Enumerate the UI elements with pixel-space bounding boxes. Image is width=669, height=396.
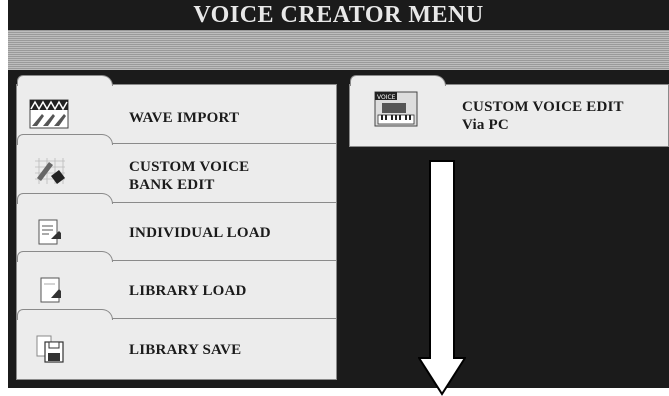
custom-voice-edit-label-line2: Via PC (462, 117, 509, 133)
custom-voice-bank-edit-icon (29, 156, 69, 186)
menu-item-label: INDIVIDUAL LOAD (129, 225, 271, 241)
menu-item-label: WAVE IMPORT (129, 110, 240, 126)
voice-icon-text: VOICE (377, 94, 396, 101)
page-title: VOICE CREATOR MENU (193, 2, 484, 28)
library-save-icon (29, 334, 69, 364)
title-bar: VOICE CREATOR MENU (8, 0, 669, 30)
individual-load-icon (29, 217, 69, 247)
custom-voice-edit-via-pc-button[interactable]: VOICE CUSTOM VOICE EDIT Via PC (349, 75, 669, 147)
menu-item-label-line2: BANK EDIT (129, 177, 215, 193)
voice-creator-screen: VOICE CREATOR MENU WAVE IMPORT CUSTOM VO… (8, 0, 669, 388)
sub-header-bar (8, 30, 669, 70)
menu-item-library-save[interactable]: LIBRARY SAVE (16, 309, 337, 380)
wave-import-icon (29, 99, 69, 129)
down-arrow-icon (418, 160, 466, 396)
menu-item-label: LIBRARY SAVE (129, 342, 242, 358)
library-load-icon (29, 275, 69, 305)
menu-item-label: LIBRARY LOAD (129, 283, 247, 299)
voice-keyboard-icon: VOICE (374, 91, 418, 127)
menu-item-label-line1: CUSTOM VOICE (129, 159, 250, 175)
custom-voice-edit-label-line1: CUSTOM VOICE EDIT (462, 99, 624, 115)
